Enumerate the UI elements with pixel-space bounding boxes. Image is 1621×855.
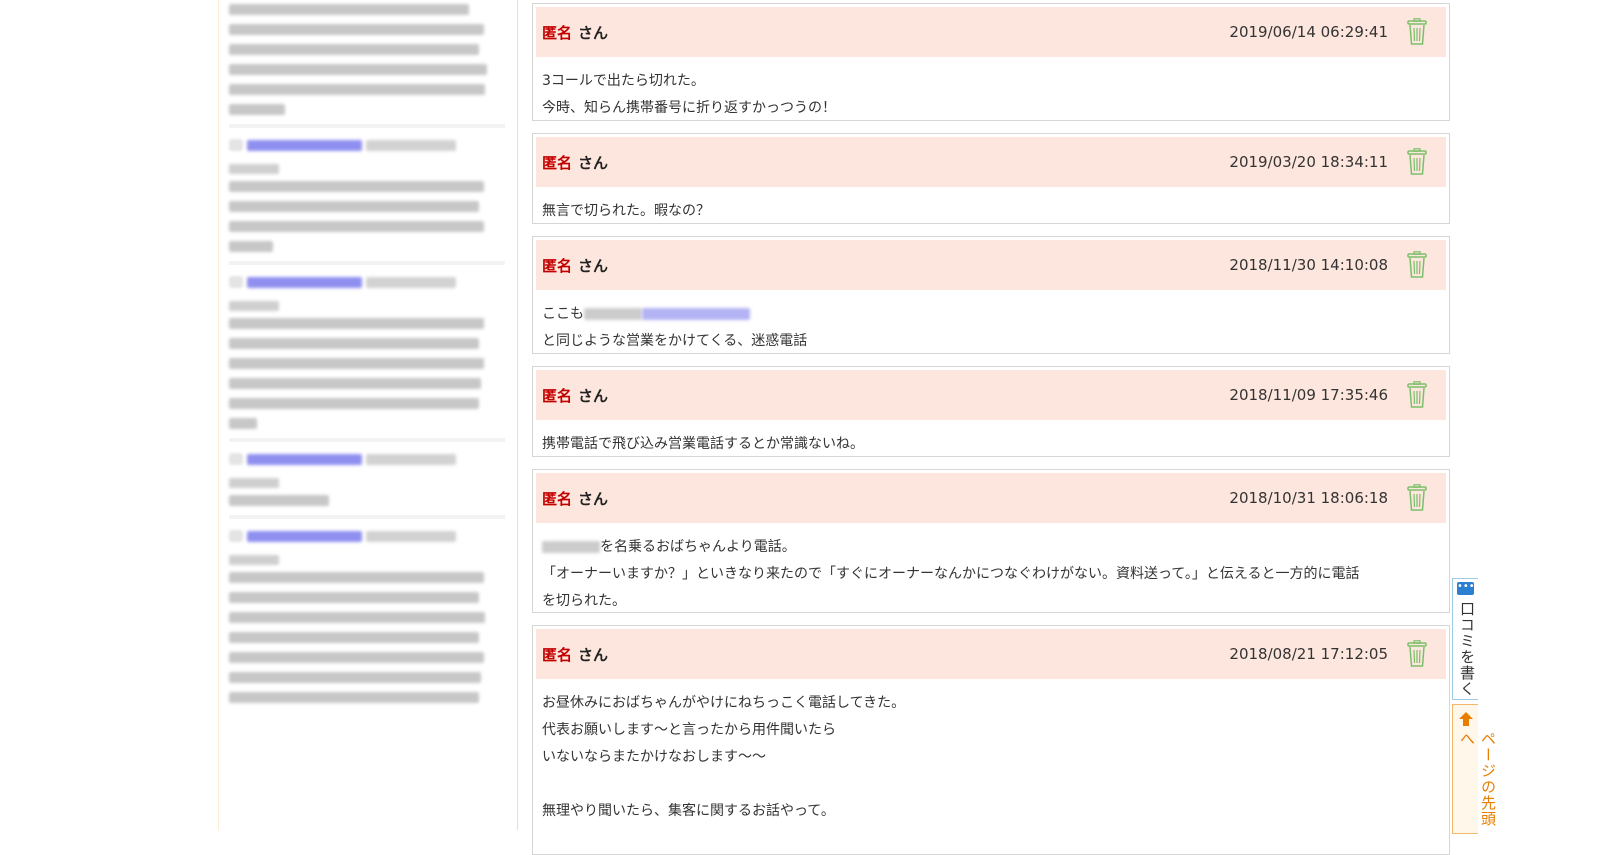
review-text-line xyxy=(542,771,1439,798)
trash-icon[interactable] xyxy=(1406,484,1428,512)
review-text-line: 代表お願いします～と言ったから用件聞いたら xyxy=(542,722,836,738)
review-post-header: 匿名 さん 2018/10/31 18:06:18 xyxy=(536,473,1446,523)
review-post-header: 匿名 さん 2019/03/20 18:34:11 xyxy=(536,137,1446,187)
sidebar-item[interactable] xyxy=(229,525,505,703)
review-author: 匿名 さん xyxy=(542,385,608,406)
review-text-line: 無言で切られた。暇なの？ xyxy=(542,203,710,219)
review-text-line: を切られた。 xyxy=(542,593,626,609)
review-date: 2018/10/31 18:06:18 xyxy=(1229,489,1388,507)
sidebar-item[interactable] xyxy=(229,271,505,442)
write-review-label: 口コミを書く xyxy=(1458,601,1476,697)
review-text-line: 携帯電話で飛び込み営業電話するとか常識ないね。 xyxy=(542,436,864,452)
review-body: 3コールで出たら切れた。 今時、知らん携帯番号に折り返すかっつうの！ xyxy=(533,57,1449,126)
review-post: 匿名 さん 2018/10/31 18:06:18 を名乗るおばちゃんより電話。 … xyxy=(532,469,1450,613)
review-post: 匿名 さん 2018/11/30 14:10:08 ここも と同じような営業をかけ… xyxy=(532,236,1450,354)
review-date: 2018/08/21 17:12:05 xyxy=(1229,645,1388,663)
page-top-label: ページの先頭へ xyxy=(1458,731,1497,827)
sidebar-recent-reviews xyxy=(218,0,518,830)
review-post-header: 匿名 さん 2018/11/09 17:35:46 xyxy=(536,370,1446,420)
review-text-prefix: ここも xyxy=(542,306,584,322)
review-author: 匿名 さん xyxy=(542,488,608,509)
review-date: 2018/11/30 14:10:08 xyxy=(1229,256,1388,274)
review-text-line: 3コールで出たら切れた。 xyxy=(542,73,705,89)
author-name: 匿名 xyxy=(542,153,573,172)
review-author: 匿名 さん xyxy=(542,22,608,43)
review-text-suffix: を名乗るおばちゃんより電話。 xyxy=(600,539,796,555)
review-post: 匿名 さん 2018/08/21 17:12:05 お昼休みにおばちゃんがやけにね… xyxy=(532,625,1450,855)
review-text-line: 「オーナーいますか？」といきなり来たので「すぐにオーナーなんかにつなぐわけがない… xyxy=(542,566,1360,582)
trash-icon[interactable] xyxy=(1406,251,1428,279)
trash-icon[interactable] xyxy=(1406,18,1428,46)
redacted-phone-link[interactable] xyxy=(642,308,750,320)
review-body: ここも と同じような営業をかけてくる、迷惑電話 xyxy=(533,290,1449,359)
review-body: 携帯電話で飛び込み営業電話するとか常識ないね。 xyxy=(533,420,1449,462)
author-name: 匿名 xyxy=(542,489,573,508)
review-post-header: 匿名 さん 2019/06/14 06:29:41 xyxy=(536,7,1446,57)
review-body: お昼休みにおばちゃんがやけにねちっこく電話してきた。 代表お願いします～と言った… xyxy=(533,679,1449,829)
review-body: を名乗るおばちゃんより電話。 「オーナーいますか？」といきなり来たので「すぐにオ… xyxy=(533,523,1449,619)
arrow-up-icon xyxy=(1459,712,1473,726)
review-post-header: 匿名 さん 2018/08/21 17:12:05 xyxy=(536,629,1446,679)
review-text-line: 無理やり聞いたら、集客に関するお話やって。 xyxy=(542,803,835,819)
review-author: 匿名 さん xyxy=(542,255,608,276)
author-name: 匿名 xyxy=(542,256,573,275)
review-post-header: 匿名 さん 2018/11/30 14:10:08 xyxy=(536,240,1446,290)
redacted-company-name xyxy=(584,308,642,320)
review-text-line: お昼休みにおばちゃんがやけにねちっこく電話してきた。 xyxy=(542,695,906,711)
trash-icon[interactable] xyxy=(1406,148,1428,176)
review-post: 匿名 さん 2019/03/20 18:34:11 無言で切られた。暇なの？ xyxy=(532,133,1450,224)
review-text-line: いないならまたかけなおします～～ xyxy=(542,749,766,765)
page-top-tab[interactable]: ページの先頭へ xyxy=(1452,704,1497,834)
author-name: 匿名 xyxy=(542,645,573,664)
review-post: 匿名 さん 2018/11/09 17:35:46 携帯電話で飛び込み営業電話する… xyxy=(532,366,1450,457)
author-name: 匿名 xyxy=(542,386,573,405)
trash-icon[interactable] xyxy=(1406,640,1428,668)
review-text-line: ここも xyxy=(542,301,1439,328)
author-honorific: さん xyxy=(578,23,609,42)
author-honorific: さん xyxy=(578,645,609,664)
review-author: 匿名 さん xyxy=(542,152,608,173)
review-date: 2019/06/14 06:29:41 xyxy=(1229,23,1388,41)
author-honorific: さん xyxy=(578,386,609,405)
review-date: 2018/11/09 17:35:46 xyxy=(1229,386,1388,404)
write-review-tab[interactable]: ••• 口コミを書く xyxy=(1452,578,1478,700)
author-name: 匿名 xyxy=(542,23,573,42)
review-post: 匿名 さん 2019/06/14 06:29:41 3コールで出たら切れた。 今時… xyxy=(532,3,1450,121)
sidebar-item[interactable] xyxy=(229,448,505,519)
review-text-line: と同じような営業をかけてくる、迷惑電話 xyxy=(542,333,808,349)
review-text-line: 今時、知らん携帯番号に折り返すかっつうの！ xyxy=(542,100,836,116)
author-honorific: さん xyxy=(578,256,609,275)
dots-icon: ••• xyxy=(1457,582,1475,595)
author-honorific: さん xyxy=(578,153,609,172)
review-text-line: を名乗るおばちゃんより電話。 xyxy=(542,534,1439,561)
redacted-company-name xyxy=(542,541,600,553)
author-honorific: さん xyxy=(578,489,609,508)
sidebar-item[interactable] xyxy=(229,134,505,265)
review-body: 無言で切られた。暇なの？ xyxy=(533,187,1449,229)
review-author: 匿名 さん xyxy=(542,644,608,665)
trash-icon[interactable] xyxy=(1406,381,1428,409)
review-date: 2019/03/20 18:34:11 xyxy=(1229,153,1388,171)
